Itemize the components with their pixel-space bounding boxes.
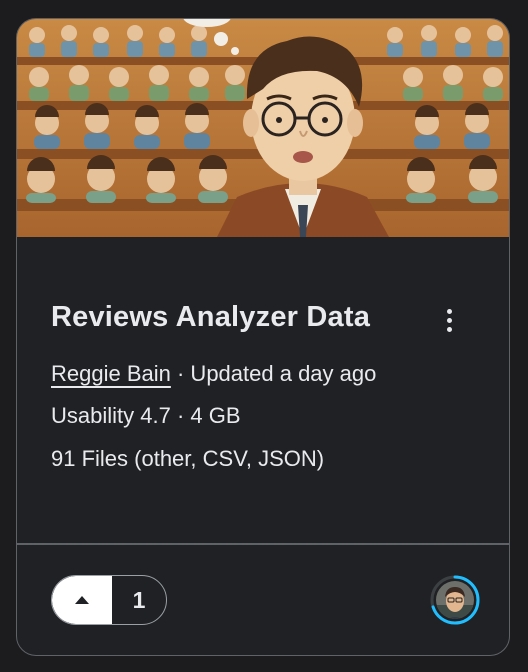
more-vertical-icon[interactable] xyxy=(435,303,463,337)
dataset-card[interactable]: Reviews Analyzer Data Reggie Bain · Upda… xyxy=(16,18,510,656)
card-divider xyxy=(17,543,509,545)
vote-count: 1 xyxy=(132,586,146,613)
card-body: Reviews Analyzer Data Reggie Bain · Upda… xyxy=(17,237,509,543)
avatar-progress-ring xyxy=(430,575,480,625)
upvote-control: 1 xyxy=(51,575,167,625)
upvote-button[interactable] xyxy=(52,576,112,624)
author-line: Reggie Bain · Updated a day ago xyxy=(51,361,376,387)
dataset-title[interactable]: Reviews Analyzer Data xyxy=(51,301,370,334)
dataset-thumbnail[interactable] xyxy=(17,19,509,237)
avatar[interactable] xyxy=(430,575,480,625)
classroom-illustration xyxy=(17,19,509,237)
files-summary-text: 91 Files (other, CSV, JSON) xyxy=(51,446,325,471)
author-link[interactable]: Reggie Bain xyxy=(51,361,171,386)
upvote-triangle-icon xyxy=(75,596,89,604)
usability-size-text: Usability 4.7 · 4 GB xyxy=(51,403,241,428)
updated-text: · Updated a day ago xyxy=(170,361,377,386)
